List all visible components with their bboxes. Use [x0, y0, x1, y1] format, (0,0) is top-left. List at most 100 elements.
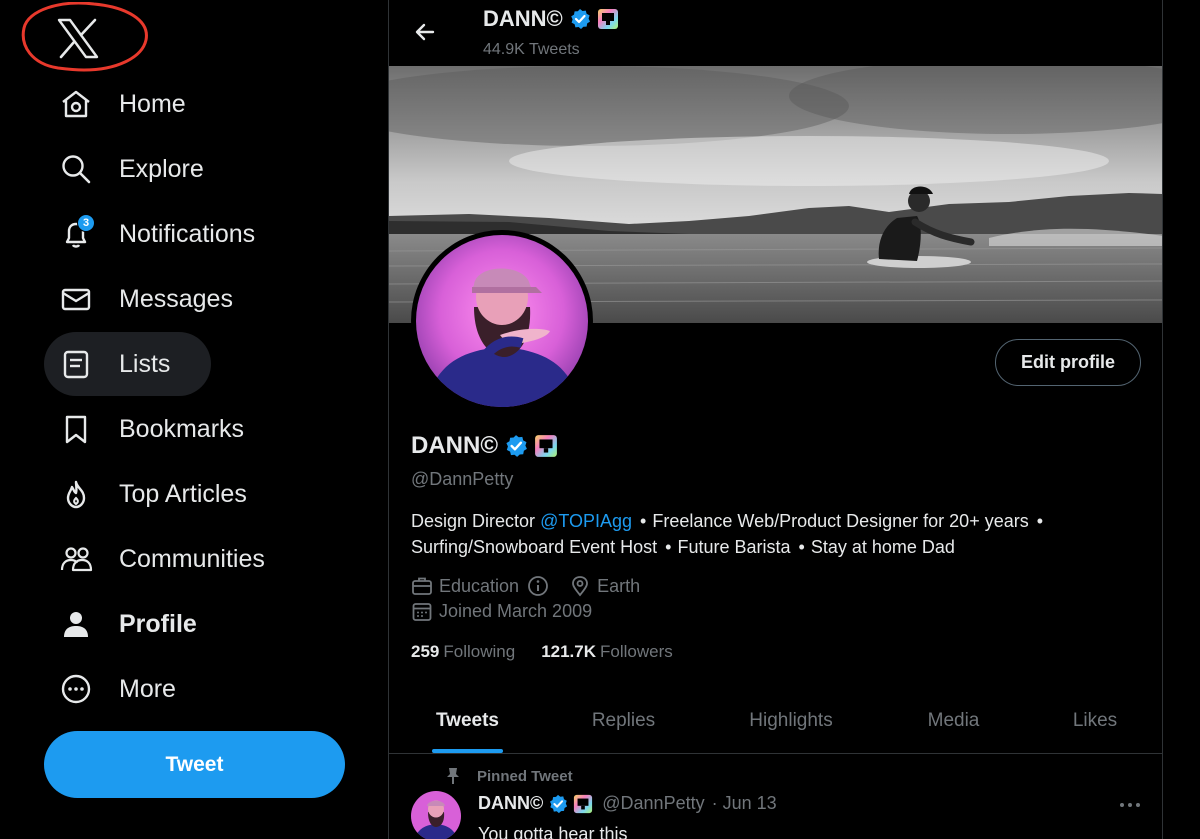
- sidebar-item-label: Lists: [119, 349, 171, 378]
- bio-separator: •: [640, 511, 647, 531]
- tweet-more-button[interactable]: [1115, 793, 1145, 817]
- back-button[interactable]: [409, 16, 441, 48]
- sidebar-item-top-articles[interactable]: Top Articles: [44, 462, 265, 526]
- person-icon: [58, 606, 94, 642]
- location-pin-icon: [569, 575, 591, 597]
- bio-text: Future Barista: [677, 537, 791, 557]
- bio-separator: •: [1036, 511, 1044, 531]
- tweet-text: You gotta hear this: [478, 824, 628, 839]
- tweet-header: DANN© @DannPetty · Jun 13: [478, 793, 777, 814]
- profile-meta-row: Education Earth: [411, 575, 640, 597]
- people-icon: [58, 541, 94, 577]
- briefcase-icon: [411, 575, 433, 597]
- edit-profile-button[interactable]: Edit profile: [995, 339, 1141, 386]
- followers-count: 121.7K: [541, 642, 597, 661]
- pin-icon: [447, 768, 459, 784]
- active-tab-indicator: [432, 749, 503, 753]
- calendar-icon: [411, 600, 433, 622]
- tab-replies[interactable]: Replies: [546, 688, 701, 754]
- bio-line-2: Surfing/Snowboard Event Host • Future Bari…: [411, 534, 1131, 560]
- profile-name-row: DANN©: [411, 432, 558, 460]
- bio-line-1: Design Director @TOPIAgg • Freelance Web/P…: [411, 508, 1131, 534]
- sidebar-item-communities[interactable]: Communities: [44, 527, 283, 591]
- sidebar-item-home[interactable]: Home: [44, 72, 204, 136]
- bio-text: Stay at home Dad: [810, 537, 955, 557]
- x-logo-icon: [21, 2, 148, 72]
- pinned-tweet-label-row: Pinned Tweet: [445, 767, 573, 785]
- sidebar-item-messages[interactable]: Messages: [44, 267, 251, 331]
- profile-header-bar: DANN© 44.9K Tweets: [389, 0, 1162, 66]
- sidebar-item-lists[interactable]: Lists: [44, 332, 211, 396]
- sidebar-item-bookmarks[interactable]: Bookmarks: [44, 397, 262, 461]
- notification-count-badge: 3: [77, 214, 95, 232]
- sidebar-item-profile[interactable]: Profile: [44, 592, 215, 656]
- bio-separator: •: [665, 537, 672, 557]
- profile-category: Education: [439, 575, 520, 596]
- bio-role: Design Director: [411, 511, 536, 531]
- profile-bio: Design Director @TOPIAgg • Freelance Web/P…: [411, 508, 1131, 560]
- tab-highlights[interactable]: Highlights: [701, 688, 881, 754]
- verified-badge-icon: [506, 435, 527, 457]
- profile-display-name: DANN©: [411, 432, 499, 459]
- affiliate-badge-icon: [597, 9, 618, 29]
- following-link[interactable]: 259 Following: [411, 642, 515, 662]
- header-display-name: DANN©: [483, 6, 563, 31]
- profile-handle: @DannPetty: [411, 469, 514, 489]
- sidebar-item-label: Top Articles: [119, 479, 247, 508]
- bio-text: Surfing/Snowboard Event Host: [411, 537, 658, 557]
- tweet-button[interactable]: Tweet: [44, 731, 345, 798]
- info-icon[interactable]: [527, 575, 549, 597]
- tweet-author-avatar[interactable]: [411, 791, 461, 839]
- pinned-tweet[interactable]: Pinned Tweet DANN© @DannPetty · Jun 13 Y…: [389, 755, 1162, 839]
- profile-main-column: DANN© 44.9K Tweets Edit profile DANN© @D…: [388, 0, 1163, 839]
- sidebar-item-explore[interactable]: Explore: [44, 137, 222, 201]
- x-logo-link[interactable]: [18, 2, 154, 74]
- followers-link[interactable]: 121.7K Followers: [541, 642, 673, 662]
- sidebar-item-more[interactable]: More: [44, 657, 194, 721]
- verified-badge-icon: [550, 794, 568, 813]
- followers-label: Followers: [600, 642, 673, 661]
- sidebar-item-notifications[interactable]: 3 Notifications: [44, 202, 273, 266]
- tweet-avatar-photo: [411, 791, 461, 839]
- tab-tweets[interactable]: Tweets: [389, 688, 546, 754]
- sidebar-item-label: Profile: [119, 609, 197, 638]
- tab-likes[interactable]: Likes: [1026, 688, 1162, 754]
- profile-joined-row: Joined March 2009: [411, 600, 592, 622]
- more-horizontal-icon: [1120, 803, 1140, 807]
- tweet-date[interactable]: · Jun 13: [712, 793, 777, 814]
- sidebar-item-label: Bookmarks: [119, 414, 245, 443]
- more-circle-icon: [58, 671, 94, 707]
- sidebar-item-label: Communities: [119, 544, 265, 573]
- following-count: 259: [411, 642, 440, 661]
- flame-icon: [58, 476, 94, 512]
- bell-icon: 3: [58, 214, 95, 252]
- bookmark-icon: [58, 411, 94, 447]
- sidebar-item-label: More: [119, 674, 176, 703]
- profile-avatar[interactable]: [411, 230, 593, 412]
- sidebar-item-label: Notifications: [119, 219, 256, 248]
- home-icon: [58, 86, 94, 122]
- search-icon: [58, 151, 94, 187]
- bio-text: Freelance Web/Product Designer for 20+ y…: [652, 511, 1029, 531]
- bio-mention-link[interactable]: @TOPIAgg: [540, 511, 632, 531]
- tweet-author-name[interactable]: DANN©: [478, 793, 543, 814]
- header-name-row: DANN©: [483, 6, 619, 32]
- list-icon: [58, 346, 94, 382]
- avatar-photo: [416, 235, 588, 407]
- affiliate-badge-icon: [574, 794, 593, 813]
- verified-badge-icon: [570, 9, 590, 29]
- sidebar: Home Explore 3 Notifications Messages Li…: [0, 0, 388, 839]
- envelope-icon: [58, 281, 94, 317]
- profile-location: Earth: [597, 575, 641, 596]
- tab-media[interactable]: Media: [881, 688, 1026, 754]
- affiliate-badge-icon: [535, 435, 557, 457]
- header-tweet-count: 44.9K Tweets: [483, 41, 580, 58]
- sidebar-item-label: Explore: [119, 154, 204, 183]
- profile-joined-date: Joined March 2009: [439, 600, 593, 621]
- pinned-tweet-label: Pinned Tweet: [477, 767, 573, 785]
- arrow-left-icon: [415, 23, 435, 41]
- profile-tabs: Tweets Replies Highlights Media Likes: [389, 688, 1162, 754]
- tweet-author-handle: @DannPetty: [602, 793, 705, 813]
- follow-counts: 259 Following 121.7K Followers: [411, 642, 673, 662]
- sidebar-item-label: Messages: [119, 284, 233, 313]
